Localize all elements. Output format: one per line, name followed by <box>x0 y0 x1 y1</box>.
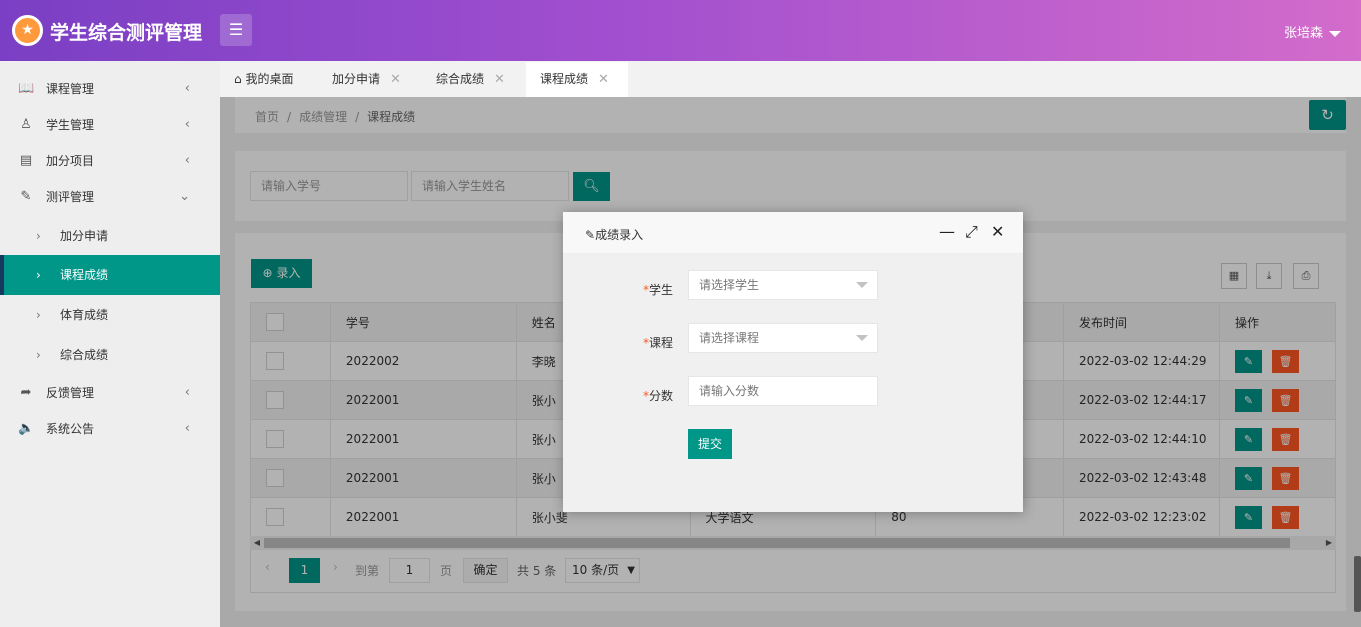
tab-label: 课程成绩 <box>540 72 589 86</box>
book-icon: 📖 <box>18 81 35 96</box>
share-icon: ➦ <box>20 385 32 400</box>
top-header: 学生综合测评管理 ☰ 张培森 <box>0 0 1361 61</box>
tab-label: 综合成绩 <box>436 72 485 86</box>
sidebar-subitem-course-score[interactable]: › 课程成绩 <box>0 255 220 295</box>
sidebar-subitem-sport-score[interactable]: › 体育成绩 <box>0 295 220 335</box>
user-name: 张培森 <box>1283 26 1323 41</box>
app-title: 学生综合测评管理 <box>50 22 203 44</box>
sidebar-item-label: 测评管理 <box>46 190 95 204</box>
tab-bonus-apply[interactable]: 加分申请 ✕ <box>318 62 418 97</box>
sidebar-subitem-label: 加分申请 <box>60 229 109 243</box>
score-input-placeholder: 请输入分数 <box>699 384 760 398</box>
sidebar: 📖 课程管理 ‹ ♙ 学生管理 ‹ ▤ 加分项目 ‹ ✎ 测评管理 ⌄ › 加分… <box>0 61 220 627</box>
minimize-icon[interactable]: — <box>939 224 955 240</box>
score-input[interactable]: 请输入分数 <box>688 376 878 406</box>
caret-down-icon <box>1329 30 1341 37</box>
chevron-right-icon: › <box>36 308 41 322</box>
chevron-left-icon: ‹ <box>184 81 190 96</box>
score-label-text: 分数 <box>648 389 673 403</box>
chevron-right-icon: › <box>36 268 41 282</box>
tab-course-score[interactable]: 课程成绩 ✕ <box>526 62 628 97</box>
sidebar-item-label: 学生管理 <box>46 118 95 132</box>
dialog-header: ✎成绩录入 — ⤢ ✕ <box>563 212 1023 254</box>
student-select-placeholder: 请选择学生 <box>699 278 760 292</box>
speaker-icon: 🔈 <box>18 421 35 436</box>
maximize-icon[interactable]: ⤢ <box>965 224 978 240</box>
course-field-label: *课程 <box>563 334 673 351</box>
chevron-left-icon: ‹ <box>184 421 190 436</box>
sidebar-item-course[interactable]: 📖 课程管理 ‹ <box>0 71 220 107</box>
tab-bar: ⌂ 我的桌面 加分申请 ✕ 综合成绩 ✕ 课程成绩 ✕ <box>220 61 1361 97</box>
sidebar-item-label: 课程管理 <box>46 82 95 96</box>
chevron-down-icon: ⌄ <box>179 189 190 204</box>
dialog-title: ✎成绩录入 <box>585 226 643 243</box>
student-select[interactable]: 请选择学生 <box>688 270 878 300</box>
logo-icon <box>12 15 43 46</box>
sidebar-item-notice[interactable]: 🔈 系统公告 ‹ <box>0 411 220 447</box>
course-select-placeholder: 请选择课程 <box>699 331 760 345</box>
caret-down-icon <box>856 335 868 341</box>
sidebar-subitem-label: 综合成绩 <box>60 348 109 362</box>
tab-label: 我的桌面 <box>245 72 294 86</box>
tab-label: 加分申请 <box>332 72 381 86</box>
sidebar-item-bonus[interactable]: ▤ 加分项目 ‹ <box>0 143 220 179</box>
edit-icon: ✎ <box>20 189 32 204</box>
sidebar-subitem-label: 课程成绩 <box>60 268 109 282</box>
sidebar-item-label: 加分项目 <box>46 154 95 168</box>
sidebar-subitem-total-score[interactable]: › 综合成绩 <box>0 335 220 375</box>
score-field-label: *分数 <box>563 387 673 404</box>
dialog-title-text: 成绩录入 <box>595 228 644 242</box>
sidebar-subitem-bonus-apply[interactable]: › 加分申请 <box>0 216 220 256</box>
user-menu[interactable]: 张培森 <box>1284 22 1341 41</box>
vertical-scrollbar[interactable] <box>1354 556 1361 612</box>
close-icon[interactable]: ✕ <box>390 72 401 87</box>
chevron-left-icon: ‹ <box>184 153 190 168</box>
list-icon: ▤ <box>19 153 33 168</box>
chevron-right-icon: › <box>36 348 41 362</box>
sidebar-subitem-label: 体育成绩 <box>60 308 109 322</box>
course-label-text: 课程 <box>648 336 673 350</box>
close-icon[interactable]: ✕ <box>598 72 609 87</box>
chevron-right-icon: › <box>36 229 41 243</box>
tab-desktop[interactable]: ⌂ 我的桌面 <box>220 62 316 97</box>
close-icon[interactable]: ✕ <box>991 224 1004 240</box>
tab-total-score[interactable]: 综合成绩 ✕ <box>422 62 522 97</box>
chevron-left-icon: ‹ <box>184 117 190 132</box>
score-entry-dialog: ✎成绩录入 — ⤢ ✕ *学生 请选择学生 *课程 请选择课程 *分数 请输入分… <box>563 212 1023 512</box>
submit-button[interactable]: 提交 <box>688 429 732 459</box>
close-icon[interactable]: ✕ <box>494 72 505 87</box>
sidebar-item-student[interactable]: ♙ 学生管理 ‹ <box>0 107 220 143</box>
sidebar-item-label: 系统公告 <box>46 422 95 436</box>
student-field-label: *学生 <box>563 281 673 298</box>
sidebar-item-feedback[interactable]: ➦ 反馈管理 ‹ <box>0 375 220 411</box>
sidebar-item-evaluation[interactable]: ✎ 测评管理 ⌄ <box>0 179 220 215</box>
caret-down-icon <box>856 282 868 288</box>
home-icon: ⌂ <box>234 72 242 86</box>
chevron-left-icon: ‹ <box>184 385 190 400</box>
course-select[interactable]: 请选择课程 <box>688 323 878 353</box>
sidebar-item-label: 反馈管理 <box>46 386 95 400</box>
menu-toggle-button[interactable]: ☰ <box>220 14 252 46</box>
pencil-icon: ✎ <box>585 228 596 242</box>
user-icon: ♙ <box>20 117 32 132</box>
student-label-text: 学生 <box>648 283 673 297</box>
